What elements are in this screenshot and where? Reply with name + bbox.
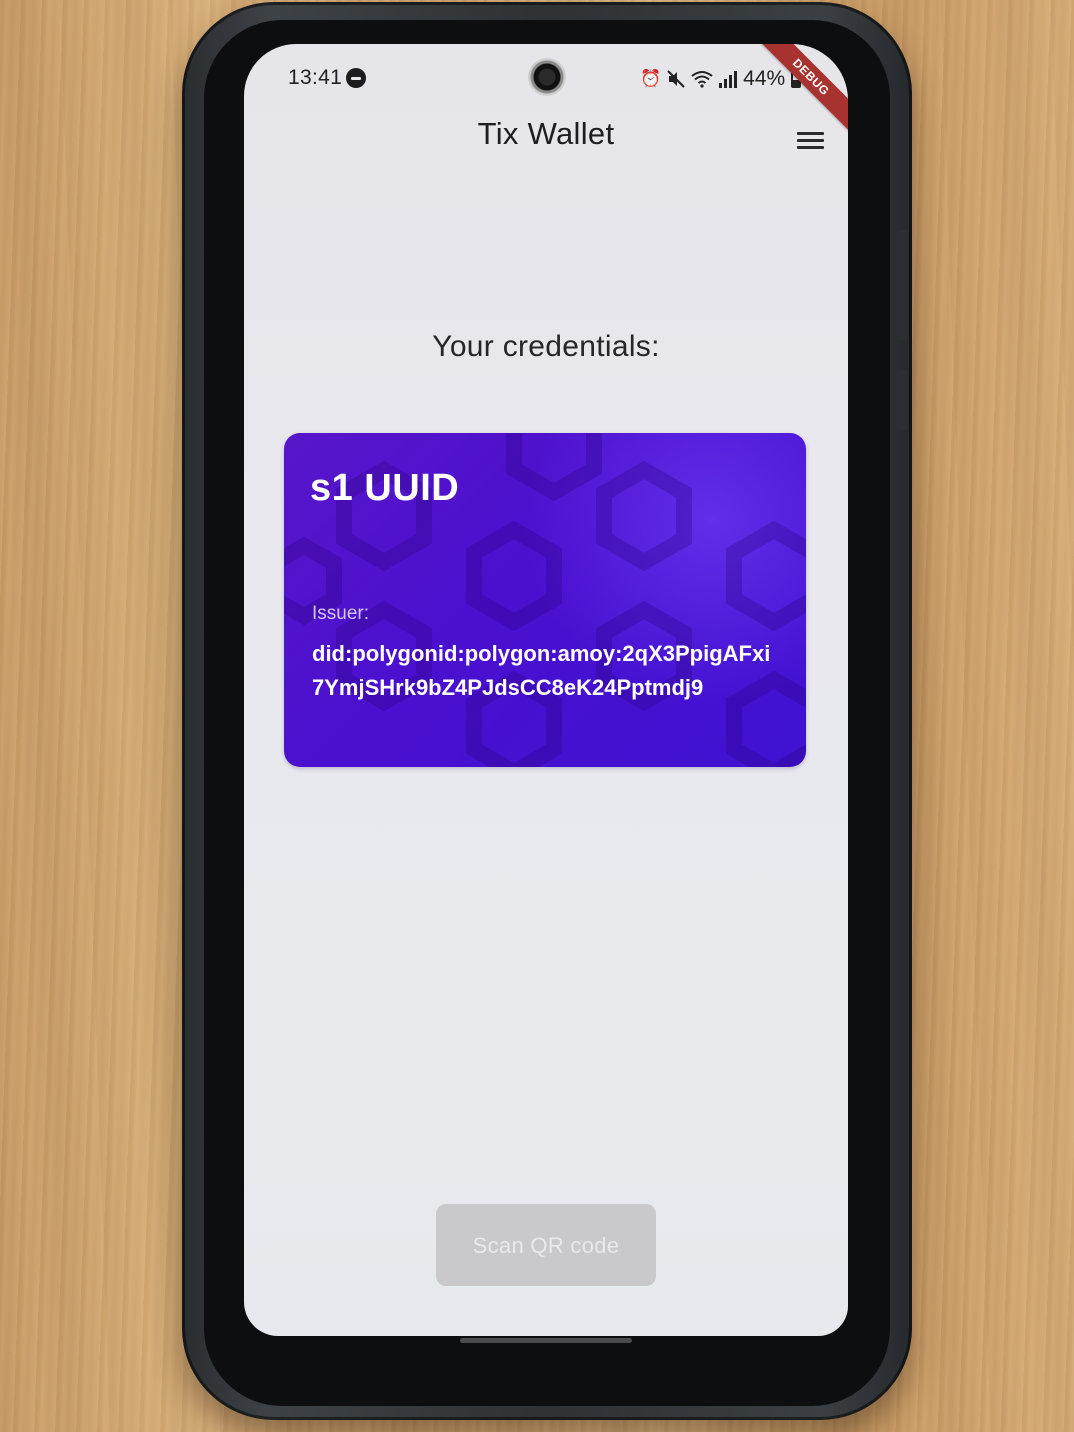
battery-percentage: 44% (743, 67, 786, 90)
status-time: 13:41 (288, 66, 343, 89)
app-title: Tix Wallet (477, 116, 615, 151)
volume-button (896, 230, 908, 340)
issuer-did: did:polygonid:polygon:amoy:2qX3PpigAFxi7… (312, 641, 771, 700)
hamburger-menu-icon[interactable] (792, 128, 828, 154)
phone-screen: 13:41 ⏰ 44% DEBUG Tix Wallet Your creden… (244, 44, 848, 1336)
do-not-disturb-icon (346, 68, 366, 88)
mute-icon (667, 70, 685, 88)
wifi-icon (691, 71, 713, 88)
gesture-navigation-bar[interactable] (460, 1338, 632, 1343)
credentials-heading: Your credentials: (432, 330, 660, 363)
front-camera (528, 58, 566, 96)
status-icons: ⏰ 44% (640, 67, 802, 90)
credential-title: s1 UUID (310, 467, 460, 509)
signal-icon (719, 70, 738, 88)
scan-qr-code-button[interactable]: Scan QR code (436, 1204, 656, 1286)
power-button (896, 370, 908, 430)
issuer-label: Issuer: (312, 603, 370, 624)
credential-card[interactable]: s1 UUID Issuer: did:polygonid:polygon:am… (284, 433, 806, 767)
alarm-icon: ⏰ (640, 69, 662, 88)
